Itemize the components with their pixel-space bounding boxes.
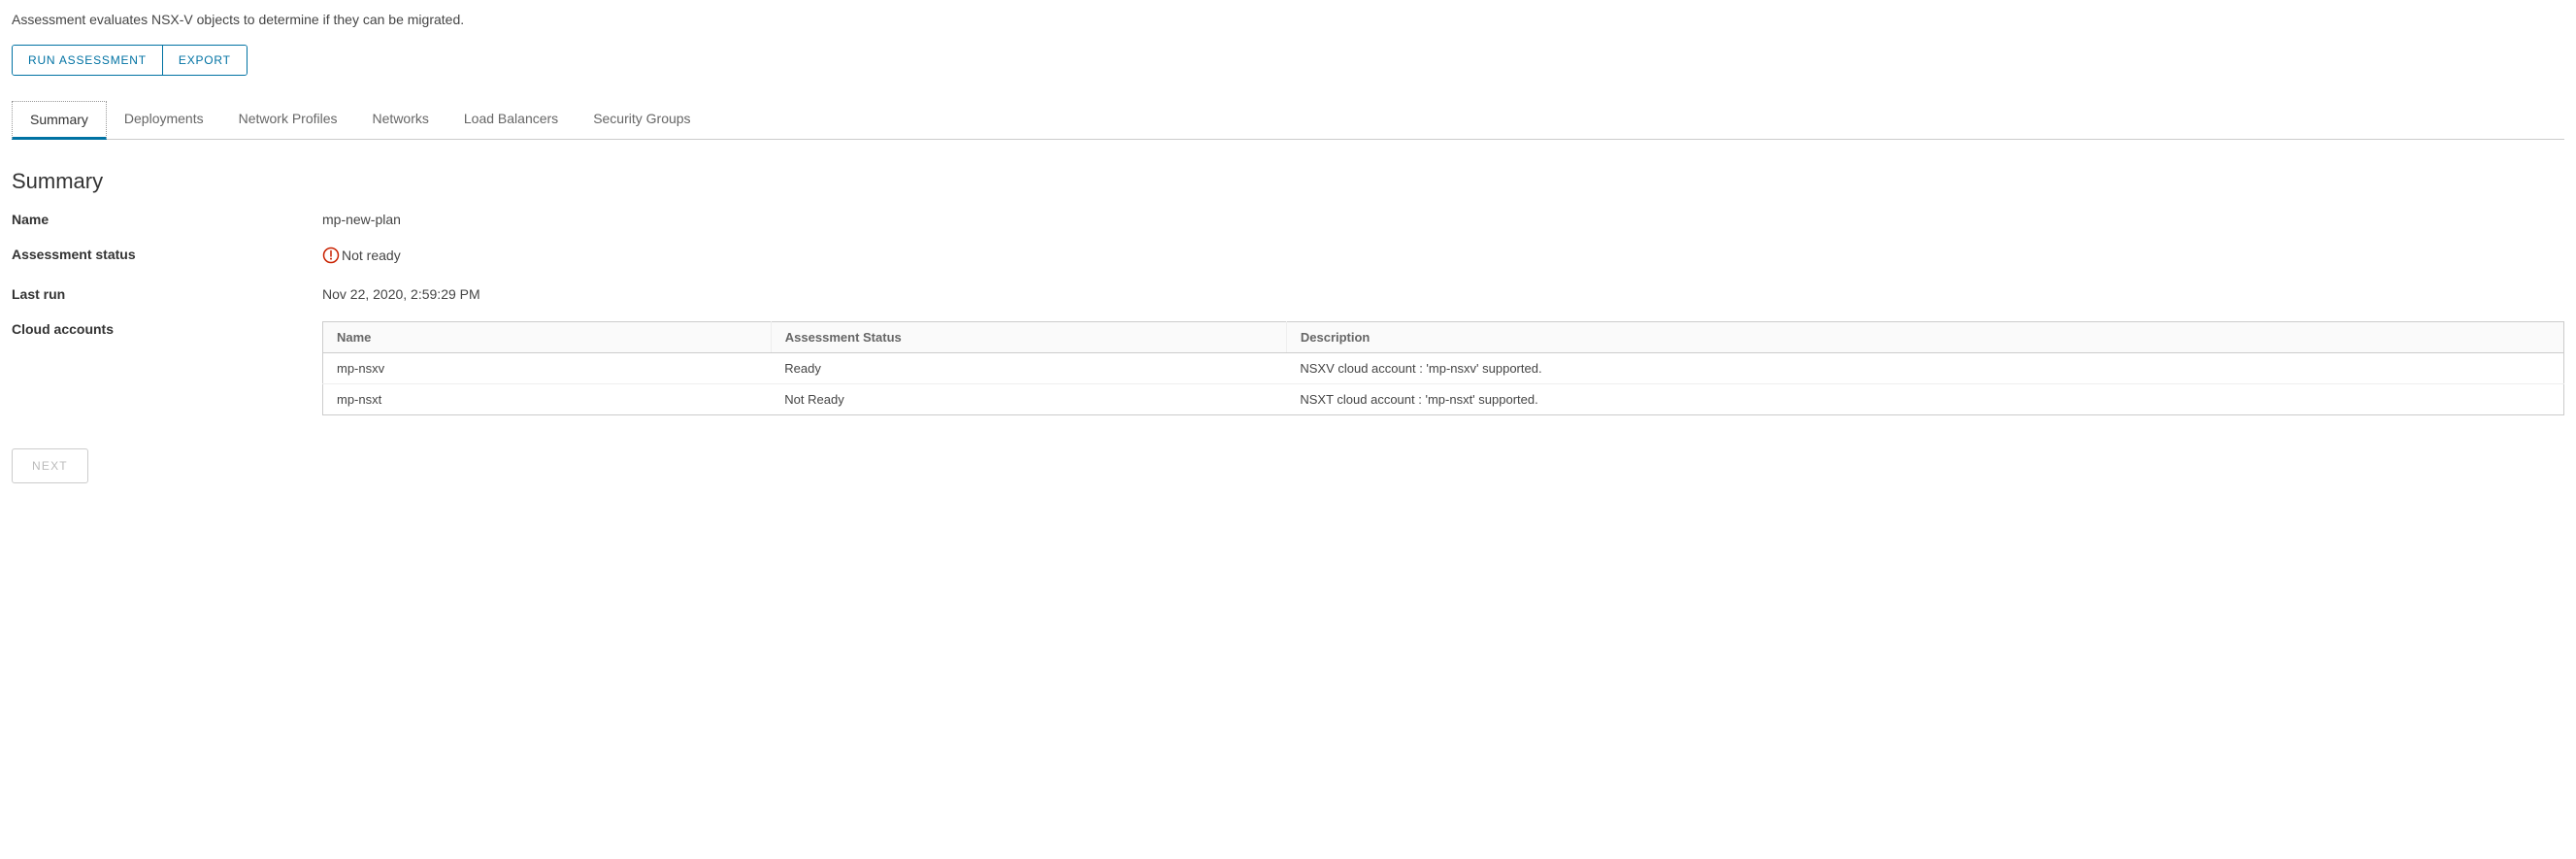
tab-security-groups[interactable]: Security Groups — [576, 101, 708, 139]
col-header-status: Assessment Status — [771, 322, 1286, 353]
summary-row-name: Name mp-new-plan — [12, 212, 2564, 227]
section-title: Summary — [12, 169, 2564, 194]
lastrun-label: Last run — [12, 286, 322, 302]
col-header-name: Name — [323, 322, 772, 353]
table-row: mp-nsxt Not Ready NSXT cloud account : '… — [323, 384, 2564, 415]
tab-summary[interactable]: Summary — [12, 101, 107, 140]
summary-row-lastrun: Last run Nov 22, 2020, 2:59:29 PM — [12, 286, 2564, 302]
tab-network-profiles[interactable]: Network Profiles — [221, 101, 355, 139]
run-assessment-button[interactable]: RUN ASSESSMENT — [13, 46, 163, 75]
tab-bar: Summary Deployments Network Profiles Net… — [12, 101, 2564, 140]
status-label: Assessment status — [12, 247, 322, 262]
cell-status: Ready — [771, 353, 1286, 384]
summary-row-status: Assessment status Not ready — [12, 247, 2564, 267]
cell-name: mp-nsxt — [323, 384, 772, 415]
summary-row-cloud-accounts: Cloud accounts Name Assessment Status De… — [12, 321, 2564, 415]
status-value: Not ready — [342, 248, 401, 263]
tab-load-balancers[interactable]: Load Balancers — [446, 101, 576, 139]
alert-icon — [322, 247, 340, 264]
lastrun-value: Nov 22, 2020, 2:59:29 PM — [322, 286, 2564, 302]
cell-name: mp-nsxv — [323, 353, 772, 384]
col-header-description: Description — [1286, 322, 2563, 353]
action-button-group: RUN ASSESSMENT EXPORT — [12, 45, 248, 76]
cloud-accounts-label: Cloud accounts — [12, 321, 322, 337]
cell-description: NSXV cloud account : 'mp-nsxv' supported… — [1286, 353, 2563, 384]
next-button[interactable]: NEXT — [12, 448, 88, 483]
cell-description: NSXT cloud account : 'mp-nsxt' supported… — [1286, 384, 2563, 415]
cloud-accounts-table: Name Assessment Status Description mp-ns… — [322, 321, 2564, 415]
tab-networks[interactable]: Networks — [355, 101, 446, 139]
tab-deployments[interactable]: Deployments — [107, 101, 221, 139]
table-row: mp-nsxv Ready NSXV cloud account : 'mp-n… — [323, 353, 2564, 384]
name-label: Name — [12, 212, 322, 227]
assessment-description: Assessment evaluates NSX-V objects to de… — [12, 12, 2564, 27]
summary-details: Name mp-new-plan Assessment status Not r… — [12, 212, 2564, 415]
name-value: mp-new-plan — [322, 212, 2564, 227]
export-button[interactable]: EXPORT — [163, 46, 247, 75]
cell-status: Not Ready — [771, 384, 1286, 415]
